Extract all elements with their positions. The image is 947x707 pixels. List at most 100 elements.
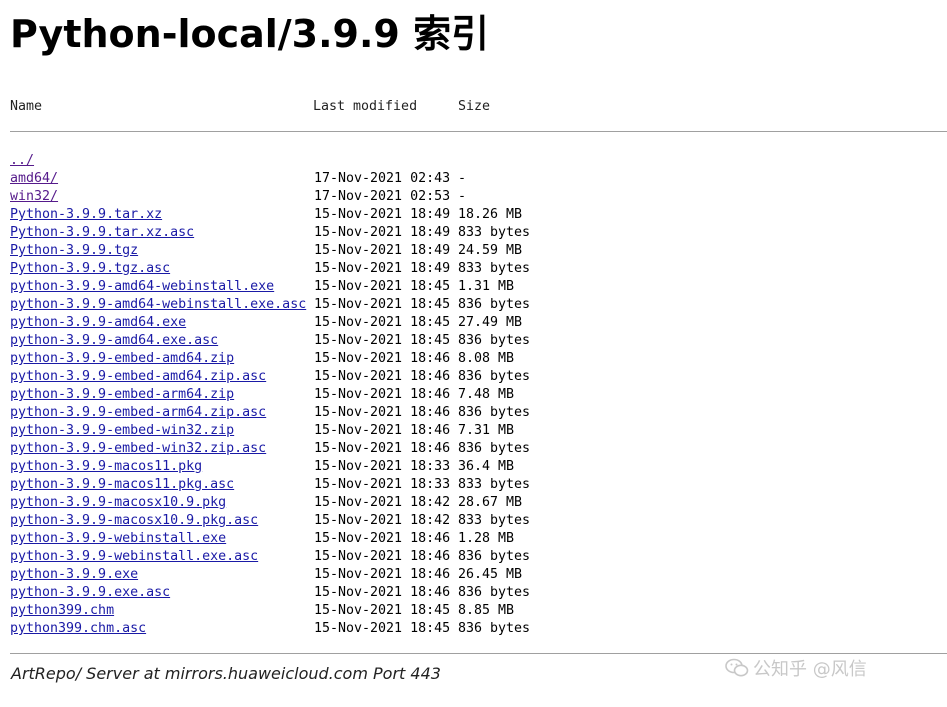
footer-divider [10,653,947,654]
size-cell: 1.31 MB [458,279,515,294]
file-link[interactable]: amd64/ [10,170,58,188]
column-header-last-modified[interactable]: Last modified [313,99,417,117]
size-cell: 836 bytes [458,405,531,420]
size-cell: 836 bytes [458,549,531,564]
table-row: Python-3.9.9.tgz 15-Nov-2021 18:49 24.59 M… [10,242,940,260]
table-row: Python-3.9.9.tgz.asc 15-Nov-2021 18:49 833… [10,260,940,278]
size-cell: 28.67 MB [458,495,523,510]
file-link[interactable]: python-3.9.9.exe.asc [10,584,170,602]
size-cell: 27.49 MB [458,315,523,330]
table-row: python-3.9.9-embed-amd64.zip 15-Nov-2021 … [10,350,940,368]
file-link[interactable]: Python-3.9.9.tgz.asc [10,260,170,278]
size-cell: 1.28 MB [458,531,515,546]
size-cell: 836 bytes [458,621,531,636]
size-cell: 836 bytes [458,585,531,600]
file-link[interactable]: python-3.9.9-macosx10.9.pkg.asc [10,512,258,530]
last-modified-cell: 15-Nov-2021 18:46 [314,585,451,600]
last-modified-cell: 15-Nov-2021 18:46 [314,567,451,582]
column-header-name[interactable]: Name [10,99,42,117]
size-cell: 7.31 MB [458,423,515,438]
table-row: python-3.9.9-amd64-webinstall.exe.asc 15-… [10,296,940,314]
size-cell: 833 bytes [458,225,531,240]
size-cell: 24.59 MB [458,243,523,258]
file-link[interactable]: Python-3.9.9.tar.xz [10,206,162,224]
table-row: python-3.9.9.exe 15-Nov-2021 18:46 26.45 M… [10,566,940,584]
file-link[interactable]: python-3.9.9-amd64.exe.asc [10,332,218,350]
last-modified-cell: 15-Nov-2021 18:46 [314,549,451,564]
size-cell: 8.85 MB [458,603,515,618]
file-link[interactable]: python-3.9.9-macosx10.9.pkg [10,494,226,512]
table-row: python-3.9.9-macosx10.9.pkg.asc 15-Nov-20… [10,512,940,530]
server-footer: ArtRepo/ Server at mirrors.huaweicloud.c… [11,664,441,683]
watermark: 公知乎 @风信 [725,656,925,680]
table-row: python-3.9.9-embed-arm64.zip.asc 15-Nov-2… [10,404,940,422]
table-row: python-3.9.9-amd64.exe 15-Nov-2021 18:45 2… [10,314,940,332]
size-cell: 833 bytes [458,513,531,528]
table-row: python399.chm 15-Nov-2021 18:45 8.85 MB [10,602,940,620]
table-row: python-3.9.9.exe.asc 15-Nov-2021 18:46 836… [10,584,940,602]
table-row: Python-3.9.9.tar.xz 15-Nov-2021 18:49 18.2… [10,206,940,224]
file-listing: ../amd64/17-Nov-2021 02:43- win32/17-Nov-… [10,152,940,638]
file-link[interactable]: Python-3.9.9.tgz [10,242,138,260]
table-row: python-3.9.9-embed-win32.zip 15-Nov-2021 … [10,422,940,440]
file-link[interactable]: python-3.9.9-embed-amd64.zip.asc [10,368,266,386]
file-link[interactable]: python-3.9.9-embed-amd64.zip [10,350,234,368]
table-row: python-3.9.9-macos11.pkg 15-Nov-2021 18:3… [10,458,940,476]
last-modified-cell: 15-Nov-2021 18:46 [314,351,451,366]
size-cell: 26.45 MB [458,567,523,582]
header-divider [10,131,947,132]
file-link[interactable]: python-3.9.9-macos11.pkg [10,458,202,476]
last-modified-cell: 17-Nov-2021 02:53 [314,189,451,204]
table-row: ../ [10,152,940,170]
column-header-size[interactable]: Size [458,99,490,117]
size-cell: 836 bytes [458,441,531,456]
size-cell: 36.4 MB [458,459,515,474]
last-modified-cell: 17-Nov-2021 02:43 [314,171,451,186]
wechat-icon [725,658,749,677]
last-modified-cell: 15-Nov-2021 18:45 [314,279,451,294]
table-row: Python-3.9.9.tar.xz.asc 15-Nov-2021 18:49… [10,224,940,242]
file-link[interactable]: python-3.9.9-amd64-webinstall.exe.asc [10,296,306,314]
last-modified-cell: 15-Nov-2021 18:33 [314,459,451,474]
last-modified-cell: 15-Nov-2021 18:49 [314,225,451,240]
last-modified-cell: 15-Nov-2021 18:45 [314,297,451,312]
size-cell: 836 bytes [458,333,531,348]
table-row: python-3.9.9-embed-win32.zip.asc 15-Nov-2… [10,440,940,458]
file-link[interactable]: Python-3.9.9.tar.xz.asc [10,224,194,242]
file-link[interactable]: ../ [10,152,34,170]
last-modified-cell: 15-Nov-2021 18:46 [314,441,451,456]
file-link[interactable]: python-3.9.9-embed-arm64.zip.asc [10,404,266,422]
table-row: python-3.9.9-amd64-webinstall.exe 15-Nov-… [10,278,940,296]
size-cell: 833 bytes [458,477,531,492]
size-cell: 8.08 MB [458,351,515,366]
file-link[interactable]: python-3.9.9-webinstall.exe.asc [10,548,258,566]
file-link[interactable]: python399.chm.asc [10,620,146,638]
file-link[interactable]: python-3.9.9-embed-arm64.zip [10,386,234,404]
table-row: python-3.9.9-embed-arm64.zip 15-Nov-2021 … [10,386,940,404]
file-link[interactable]: python-3.9.9-webinstall.exe [10,530,226,548]
last-modified-cell: 15-Nov-2021 18:46 [314,369,451,384]
last-modified-cell: 15-Nov-2021 18:33 [314,477,451,492]
file-link[interactable]: python-3.9.9.exe [10,566,138,584]
table-row: python-3.9.9-amd64.exe.asc 15-Nov-2021 18… [10,332,940,350]
watermark-text: 公知乎 @风信 [753,659,867,680]
size-cell: - [458,171,467,186]
table-row: python-3.9.9-webinstall.exe.asc 15-Nov-20… [10,548,940,566]
file-link[interactable]: python-3.9.9-amd64-webinstall.exe [10,278,274,296]
last-modified-cell: 15-Nov-2021 18:45 [314,333,451,348]
file-link[interactable]: win32/ [10,188,58,206]
file-link[interactable]: python-3.9.9-embed-win32.zip [10,422,234,440]
last-modified-cell: 15-Nov-2021 18:45 [314,603,451,618]
file-link[interactable]: python-3.9.9-embed-win32.zip.asc [10,440,266,458]
table-row: amd64/17-Nov-2021 02:43- [10,170,940,188]
page-title: Python-local/3.9.9 索引 [10,12,490,56]
size-cell: 833 bytes [458,261,531,276]
last-modified-cell: 15-Nov-2021 18:49 [314,243,451,258]
last-modified-cell: 15-Nov-2021 18:49 [314,261,451,276]
last-modified-cell: 15-Nov-2021 18:49 [314,207,451,222]
last-modified-cell: 15-Nov-2021 18:42 [314,513,451,528]
table-row: python-3.9.9-embed-amd64.zip.asc 15-Nov-2… [10,368,940,386]
file-link[interactable]: python399.chm [10,602,114,620]
file-link[interactable]: python-3.9.9-macos11.pkg.asc [10,476,234,494]
file-link[interactable]: python-3.9.9-amd64.exe [10,314,186,332]
